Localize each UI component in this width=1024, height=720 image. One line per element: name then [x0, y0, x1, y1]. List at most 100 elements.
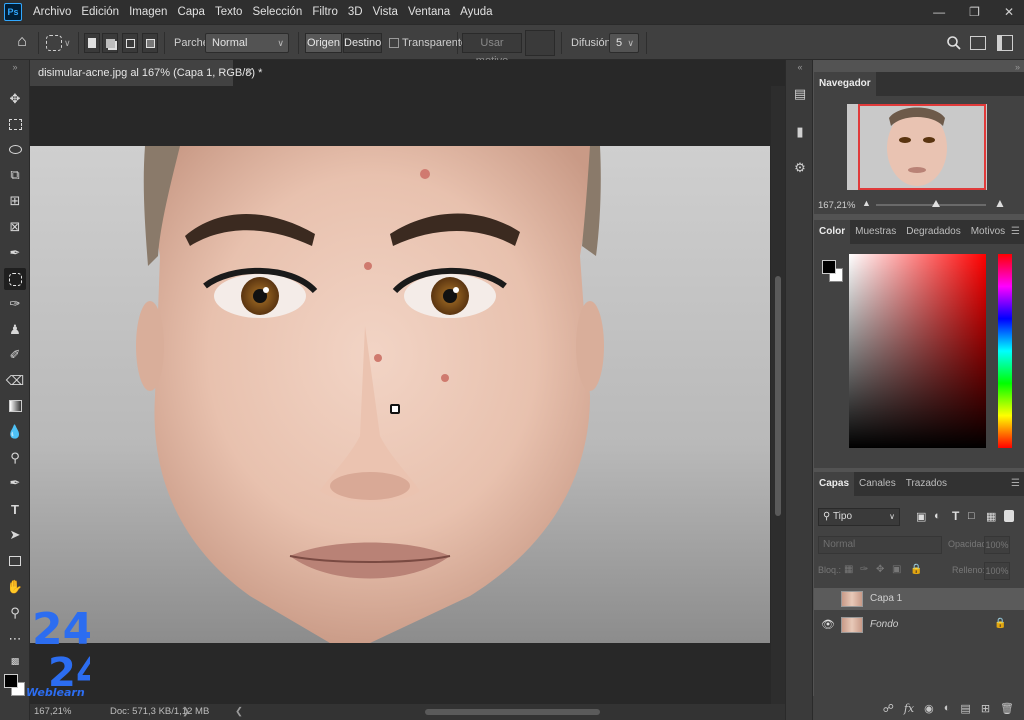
- hand-tool-icon[interactable]: ✋: [4, 576, 26, 598]
- navigator-zoom-slider[interactable]: [876, 204, 986, 206]
- pattern-swatch[interactable]: [525, 30, 555, 56]
- eye-icon[interactable]: 👁: [821, 618, 835, 631]
- delete-layer-icon[interactable]: 🗑: [1000, 702, 1014, 715]
- filter-adjustment-icon[interactable]: ◐: [934, 510, 941, 522]
- home-icon[interactable]: ⌂: [12, 33, 32, 53]
- link-layers-icon[interactable]: ☍: [883, 702, 894, 715]
- intersect-selection-icon[interactable]: [142, 33, 158, 53]
- menu-3d[interactable]: 3D: [343, 0, 368, 24]
- rectangle-tool-icon[interactable]: [4, 550, 26, 572]
- tab-paths[interactable]: Trazados: [901, 472, 952, 496]
- tab-patterns[interactable]: Motivos: [966, 220, 1010, 244]
- move-tool-icon[interactable]: ✥: [4, 88, 26, 110]
- source-toggle[interactable]: Origen: [305, 33, 342, 53]
- menu-ventana[interactable]: Ventana: [403, 0, 455, 24]
- object-selection-tool-icon[interactable]: ⧉: [4, 164, 26, 186]
- layer-style-icon[interactable]: fx: [904, 702, 914, 715]
- lock-paint-icon[interactable]: ✑: [860, 564, 868, 575]
- tab-gradients[interactable]: Degradados: [901, 220, 965, 244]
- menu-edicion[interactable]: Edición: [76, 0, 124, 24]
- close-tab-icon[interactable]: ✕: [245, 60, 253, 86]
- adjustment-layer-icon[interactable]: ◐: [944, 702, 951, 714]
- blend-mode-select[interactable]: Normal: [818, 536, 942, 554]
- color-panel-menu-icon[interactable]: ☰: [1011, 226, 1020, 237]
- diffusion-select[interactable]: 5: [609, 33, 639, 53]
- search-icon[interactable]: [946, 35, 962, 51]
- menu-texto[interactable]: Texto: [210, 0, 248, 24]
- marquee-tool-icon[interactable]: [4, 113, 26, 135]
- layer-visibility-toggle[interactable]: [822, 592, 834, 604]
- gradient-tool-icon[interactable]: [4, 395, 26, 417]
- add-selection-icon[interactable]: [102, 33, 118, 53]
- photoshop-logo[interactable]: Ps: [4, 3, 22, 21]
- photo-face[interactable]: [30, 146, 770, 643]
- menu-filtro[interactable]: Filtro: [307, 0, 343, 24]
- history-icon[interactable]: ▤: [791, 86, 809, 104]
- collapse-strip-icon[interactable]: «: [791, 62, 809, 80]
- lock-pixels-icon[interactable]: ▦: [844, 564, 853, 575]
- destination-toggle[interactable]: Destino: [343, 33, 382, 53]
- filter-toggle-icon[interactable]: [1004, 510, 1014, 522]
- tool-preset-chevron-icon[interactable]: ∨: [64, 33, 71, 53]
- zoom-tool-icon[interactable]: ⚲: [4, 602, 26, 624]
- collapse-panels-icon[interactable]: »: [1015, 62, 1020, 72]
- lock-artboard-icon[interactable]: ▣: [892, 564, 901, 575]
- transparent-checkbox[interactable]: [389, 38, 399, 48]
- crop-tool-icon[interactable]: ⊞: [4, 190, 26, 212]
- menu-imagen[interactable]: Imagen: [124, 0, 172, 24]
- new-group-icon[interactable]: ▤: [960, 702, 970, 715]
- document-canvas[interactable]: [30, 86, 785, 704]
- status-arrow-icon[interactable]: ❯: [182, 704, 190, 720]
- vertical-scrollbar[interactable]: [771, 86, 785, 704]
- brush-tool-icon[interactable]: ✑: [4, 293, 26, 315]
- menu-ayuda[interactable]: Ayuda: [455, 0, 497, 24]
- vertical-scroll-thumb[interactable]: [775, 276, 781, 516]
- dodge-tool-icon[interactable]: ⚲: [4, 447, 26, 469]
- zoom-out-icon[interactable]: ▲: [862, 198, 871, 208]
- subtract-selection-icon[interactable]: [122, 33, 138, 53]
- new-layer-icon[interactable]: ⊞: [981, 702, 990, 715]
- patch-mode-select[interactable]: Normal: [205, 33, 289, 53]
- doc-size-info[interactable]: Doc: 571,3 KB/1,12 MB: [110, 704, 209, 720]
- layers-panel-menu-icon[interactable]: ☰: [1011, 478, 1020, 489]
- patch-tool-icon[interactable]: [46, 35, 62, 51]
- zoom-in-icon[interactable]: ▲: [994, 196, 1006, 210]
- properties-icon[interactable]: ⚙: [791, 160, 809, 178]
- color-foreground-swatch[interactable]: [822, 260, 836, 274]
- layer-row[interactable]: Capa 1: [814, 588, 1024, 610]
- layer-name[interactable]: Fondo: [870, 619, 898, 630]
- pen-tool-icon[interactable]: ✒: [4, 472, 26, 494]
- menu-capa[interactable]: Capa: [172, 0, 210, 24]
- zoom-level[interactable]: 167,21%: [34, 704, 72, 720]
- color-picker-field[interactable]: [849, 254, 986, 448]
- layer-name[interactable]: Capa 1: [870, 593, 902, 604]
- horizontal-scroll-thumb[interactable]: [425, 709, 600, 715]
- healing-patch-tool-icon[interactable]: [4, 268, 26, 290]
- lock-position-icon[interactable]: ✥: [876, 564, 884, 575]
- lasso-tool-icon[interactable]: [4, 138, 26, 160]
- navigator-slider-knob[interactable]: [932, 200, 940, 207]
- restore-button[interactable]: ❐: [969, 5, 980, 19]
- more-tools-icon[interactable]: ⋯: [4, 628, 26, 650]
- new-selection-icon[interactable]: [84, 33, 100, 53]
- minimize-button[interactable]: —: [933, 5, 945, 19]
- foreground-color-swatch[interactable]: [4, 674, 18, 688]
- filter-shape-icon[interactable]: □: [968, 510, 975, 522]
- use-pattern-button[interactable]: Usar motivo: [462, 33, 522, 67]
- close-button[interactable]: ✕: [1004, 5, 1014, 19]
- frame-tool-icon[interactable]: ⊠: [4, 216, 26, 238]
- filter-pixel-icon[interactable]: ▣: [916, 510, 926, 523]
- menu-seleccion[interactable]: Selección: [247, 0, 307, 24]
- fill-input[interactable]: 100%: [984, 562, 1010, 580]
- document-tab[interactable]: disimular-acne.jpg al 167% (Capa 1, RGB/…: [30, 60, 262, 86]
- tab-color[interactable]: Color: [814, 220, 851, 244]
- histogram-icon[interactable]: ▮: [791, 124, 809, 142]
- share-icon[interactable]: [997, 35, 1013, 51]
- path-selection-tool-icon[interactable]: ➤: [4, 524, 26, 546]
- lock-all-icon[interactable]: 🔒: [910, 564, 922, 575]
- menu-archivo[interactable]: Archivo: [28, 0, 76, 24]
- filter-smart-object-icon[interactable]: ▦: [986, 510, 996, 523]
- type-tool-icon[interactable]: T: [4, 498, 26, 520]
- eyedropper-tool-icon[interactable]: ✒: [4, 242, 26, 264]
- blur-tool-icon[interactable]: 💧: [4, 421, 26, 443]
